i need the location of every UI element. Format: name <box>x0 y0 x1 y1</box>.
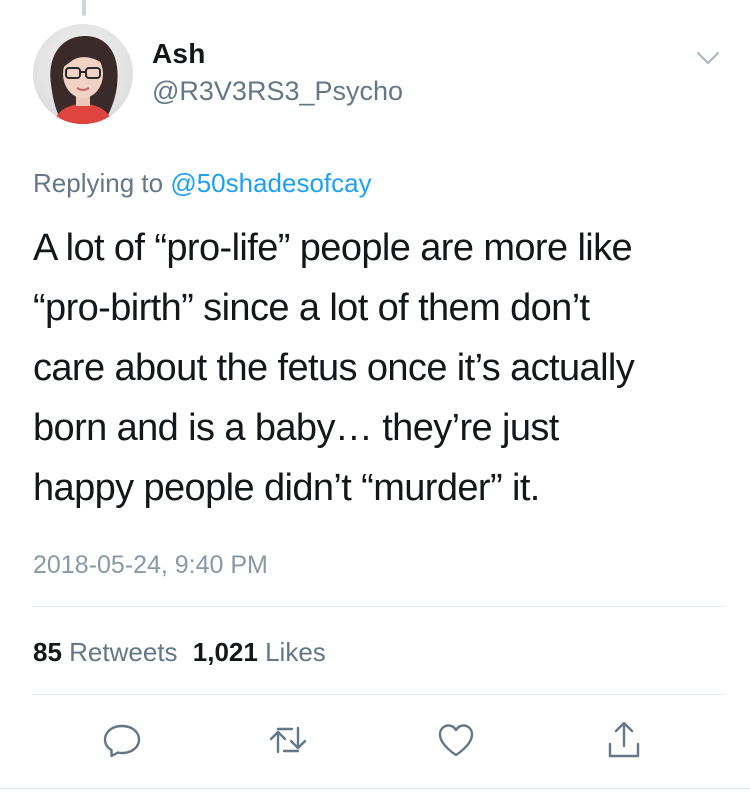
bottom-border <box>0 788 750 789</box>
action-bar <box>0 716 750 764</box>
divider <box>33 694 725 695</box>
chevron-down-icon[interactable] <box>693 46 723 70</box>
replying-to-line: Replying to @50shadesofcay <box>33 168 372 199</box>
tweet-timestamp[interactable]: 2018-05-24, 9:40 PM <box>33 551 268 580</box>
engagement-stats: 85 Retweets 1,021 Likes <box>33 637 326 668</box>
tweet-text-line: born and is a baby… they’re just <box>33 407 559 449</box>
retweets-stat[interactable]: 85 Retweets <box>33 637 178 667</box>
replying-to-prefix: Replying to <box>33 168 171 198</box>
avatar[interactable] <box>33 24 133 124</box>
likes-label: Likes <box>265 637 326 667</box>
tweet-text-line: “pro-birth” since a lot of them don’t <box>33 287 590 329</box>
tweet-text-line: happy people didn’t “murder” it. <box>33 467 540 509</box>
retweets-count: 85 <box>33 637 62 667</box>
tweet-text-line: care about the fetus once it’s actually <box>33 347 635 389</box>
heart-icon[interactable] <box>432 716 480 764</box>
tweet-text: A lot of “pro-life” people are more like… <box>33 218 733 518</box>
avatar-image <box>33 24 133 124</box>
likes-stat[interactable]: 1,021 Likes <box>193 637 326 667</box>
retweets-label: Retweets <box>69 637 178 667</box>
user-handle[interactable]: @R3V3RS3_Psycho <box>152 76 403 107</box>
share-icon[interactable] <box>600 716 648 764</box>
retweet-icon[interactable] <box>264 716 312 764</box>
divider <box>33 606 725 607</box>
thread-connector-line <box>82 0 86 16</box>
replying-to-handle-link[interactable]: @50shadesofcay <box>170 168 371 198</box>
likes-count: 1,021 <box>192 637 258 667</box>
display-name[interactable]: Ash <box>152 38 206 70</box>
tweet-text-line: A lot of “pro-life” people are more like <box>33 227 633 269</box>
reply-icon[interactable] <box>98 716 146 764</box>
